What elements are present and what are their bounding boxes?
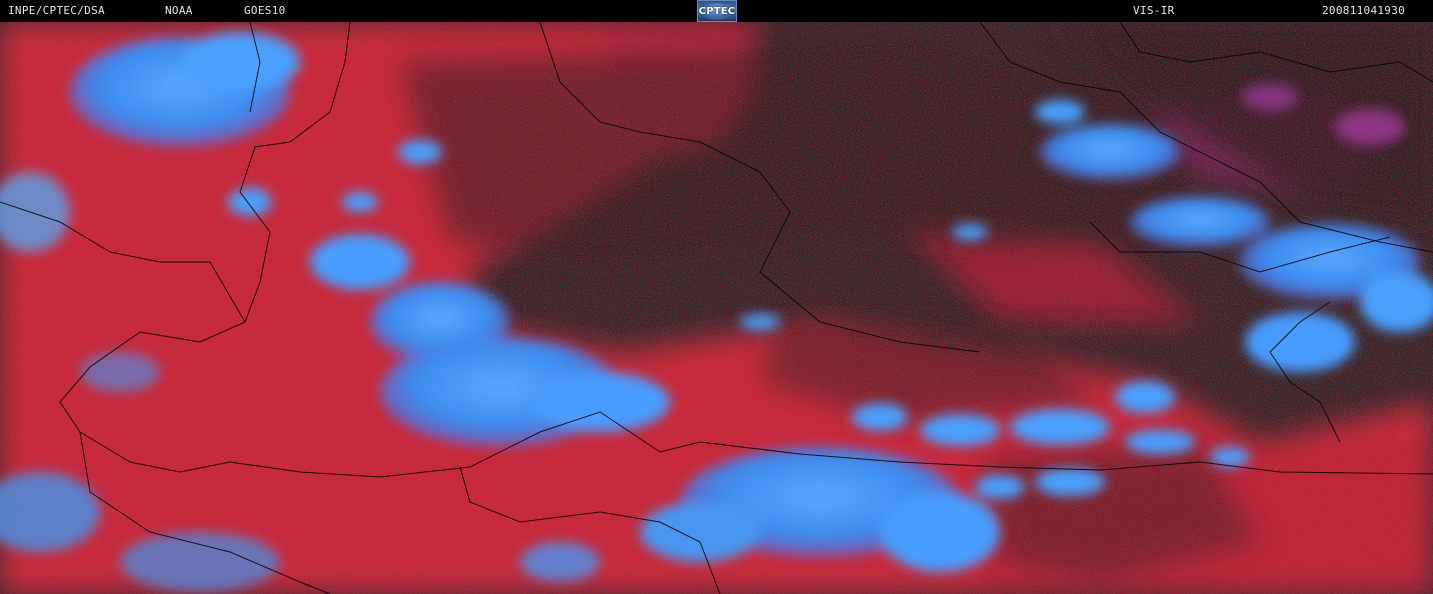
satellite-canvas [0,22,1433,594]
header-bar: INPE/CPTEC/DSA NOAA GOES10 CPTEC VIS-IR … [0,0,1433,22]
satellite-label: GOES10 [244,4,286,17]
channel-label: VIS-IR [1133,4,1175,17]
source-label: INPE/CPTEC/DSA [8,4,105,17]
logo-text: CPTEC [698,5,736,17]
cptec-logo: CPTEC [697,0,737,22]
timestamp-label: 200811041930 [1322,4,1406,17]
satellite-image [0,22,1433,594]
agency-label: NOAA [165,4,193,17]
